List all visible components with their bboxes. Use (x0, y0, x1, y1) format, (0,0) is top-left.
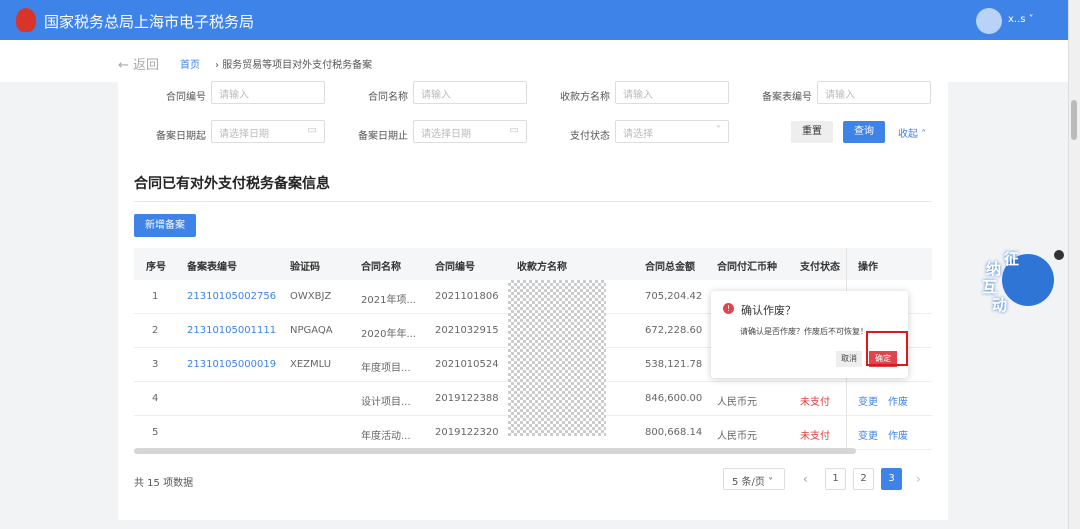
col-amount: 合同总金额 (645, 262, 695, 273)
warning-icon: ! (723, 303, 734, 314)
breadcrumb-home[interactable]: 首页 (180, 56, 200, 71)
divider (134, 201, 932, 202)
chevron-down-icon: ˅ (716, 125, 721, 136)
change-link[interactable]: 变更 (858, 427, 878, 442)
cell-name: 设计项目... (361, 397, 411, 408)
page-3-current[interactable]: 3 (881, 468, 902, 490)
contract-name-label: 合同名称 (368, 92, 408, 103)
payee-input[interactable]: 请输入 (615, 81, 729, 104)
change-link[interactable]: 变更 (858, 393, 878, 408)
col-code: 验证码 (290, 262, 320, 273)
cell-code: OWXBJZ (290, 291, 332, 302)
mascot-char: 动 (992, 296, 1008, 314)
top-header: 国家税务总局上海市电子税务局 x..s ˅ (0, 0, 1068, 40)
scrollbar-thumb[interactable] (1071, 100, 1077, 140)
col-record-no: 备案表编号 (187, 262, 237, 273)
contract-no-input[interactable]: 请输入 (211, 81, 325, 104)
page-2[interactable]: 2 (853, 468, 874, 490)
date-to-label: 备案日期止 (358, 131, 408, 142)
cell-no: 2021101806 (435, 291, 499, 302)
pay-status-select[interactable]: 请选择 ˅ (615, 120, 729, 143)
page-1[interactable]: 1 (825, 468, 846, 490)
contract-name-input[interactable]: 请输入 (413, 81, 527, 104)
cell-no: 2021032915 (435, 325, 499, 336)
breadcrumb-bar (0, 40, 1068, 82)
cell-amount: 672,228.60 (645, 325, 703, 336)
highlight-box (866, 331, 908, 366)
cell-amount: 538,121.78 (645, 359, 703, 370)
prev-page-button[interactable]: ‹ (803, 472, 808, 486)
user-avatar-icon[interactable] (976, 8, 1002, 34)
page-size-select[interactable]: 5 条/页 ˅ (723, 468, 785, 490)
back-link[interactable]: ← 返回 (118, 54, 159, 73)
popover-message: 请确认是否作废？作废后不可恢复！ (740, 327, 868, 336)
cell-currency: 人民币元 (717, 397, 757, 408)
cell-code: XEZMLU (290, 359, 332, 370)
cell-idx: 4 (152, 393, 159, 404)
col-contract-name: 合同名称 (361, 262, 401, 273)
cell-name: 年度活动... (361, 431, 411, 442)
section-title: 合同已有对外支付税务备案信息 (134, 176, 330, 192)
add-record-button[interactable]: 新增备案 (134, 214, 196, 237)
vertical-scrollbar[interactable] (1068, 0, 1080, 529)
void-link[interactable]: 作废 (888, 427, 908, 442)
collapse-link[interactable]: 收起 ˄ (898, 125, 926, 140)
cell-no: 2019122320 (435, 427, 499, 438)
void-link[interactable]: 作废 (888, 393, 908, 408)
cell-record[interactable]: 21310105000019 (187, 359, 276, 370)
reset-button[interactable]: 重置 (791, 121, 833, 143)
total-count: 共 15 项数据 (134, 478, 194, 489)
breadcrumb-current: › 服务贸易等项目对外支付税务备案 (215, 60, 373, 71)
query-button[interactable]: 查询 (843, 121, 885, 143)
record-no-label: 备案表编号 (762, 92, 812, 103)
cell-code: NPGAQA (290, 325, 333, 336)
cell-status: 未支付 (800, 397, 830, 408)
payee-label: 收款方名称 (560, 92, 610, 103)
cell-record[interactable]: 21310105002756 (187, 291, 276, 302)
redacted-payee-image (508, 280, 606, 436)
cell-idx: 2 (152, 325, 159, 336)
record-no-input[interactable]: 请输入 (817, 81, 931, 104)
mascot-char: 征 (1004, 250, 1020, 268)
cell-amount: 705,204.42 (645, 291, 703, 302)
cell-amount: 846,600.00 (645, 393, 703, 404)
col-status: 支付状态 (800, 262, 840, 273)
calendar-icon: ▭ (307, 125, 317, 136)
col-currency: 合同付汇币种 (717, 262, 777, 273)
site-title: 国家税务总局上海市电子税务局 (44, 13, 255, 31)
cell-name: 年度项目... (361, 363, 411, 374)
popover-title: 确认作废？ (741, 304, 796, 317)
mascot-close-icon[interactable] (1054, 250, 1064, 260)
col-payee: 收款方名称 (517, 262, 567, 273)
assistant-mascot[interactable]: 征 纳 互 动 (980, 250, 1054, 314)
cell-no: 2019122388 (435, 393, 499, 404)
cancel-button[interactable]: 取消 (836, 351, 862, 367)
date-from-label: 备案日期起 (156, 131, 206, 142)
col-contract-no: 合同编号 (435, 262, 475, 273)
cell-idx: 3 (152, 359, 159, 370)
calendar-icon: ▭ (509, 125, 519, 136)
date-to-input[interactable]: 请选择日期 ▭ (413, 120, 527, 143)
pay-status-label: 支付状态 (570, 131, 610, 142)
cell-idx: 5 (152, 427, 159, 438)
horizontal-scrollbar[interactable] (134, 448, 856, 454)
cell-name: 2020年年... (361, 329, 416, 340)
date-from-input[interactable]: 请选择日期 ▭ (211, 120, 325, 143)
cell-idx: 1 (152, 291, 159, 302)
cell-currency: 人民币元 (717, 431, 757, 442)
contract-no-label: 合同编号 (166, 92, 206, 103)
cell-status: 未支付 (800, 431, 830, 442)
user-name: x..s (1008, 14, 1026, 25)
col-index: 序号 (146, 262, 166, 273)
next-page-button[interactable]: › (916, 472, 921, 486)
col-actions: 操作 (858, 262, 878, 273)
cell-name: 2021年项... (361, 295, 416, 306)
user-menu[interactable]: x..s ˅ (1008, 14, 1034, 25)
tax-emblem-logo (16, 8, 36, 32)
cell-no: 2021010524 (435, 359, 499, 370)
cell-amount: 800,668.14 (645, 427, 703, 438)
cell-record[interactable]: 21310105001111 (187, 325, 276, 336)
